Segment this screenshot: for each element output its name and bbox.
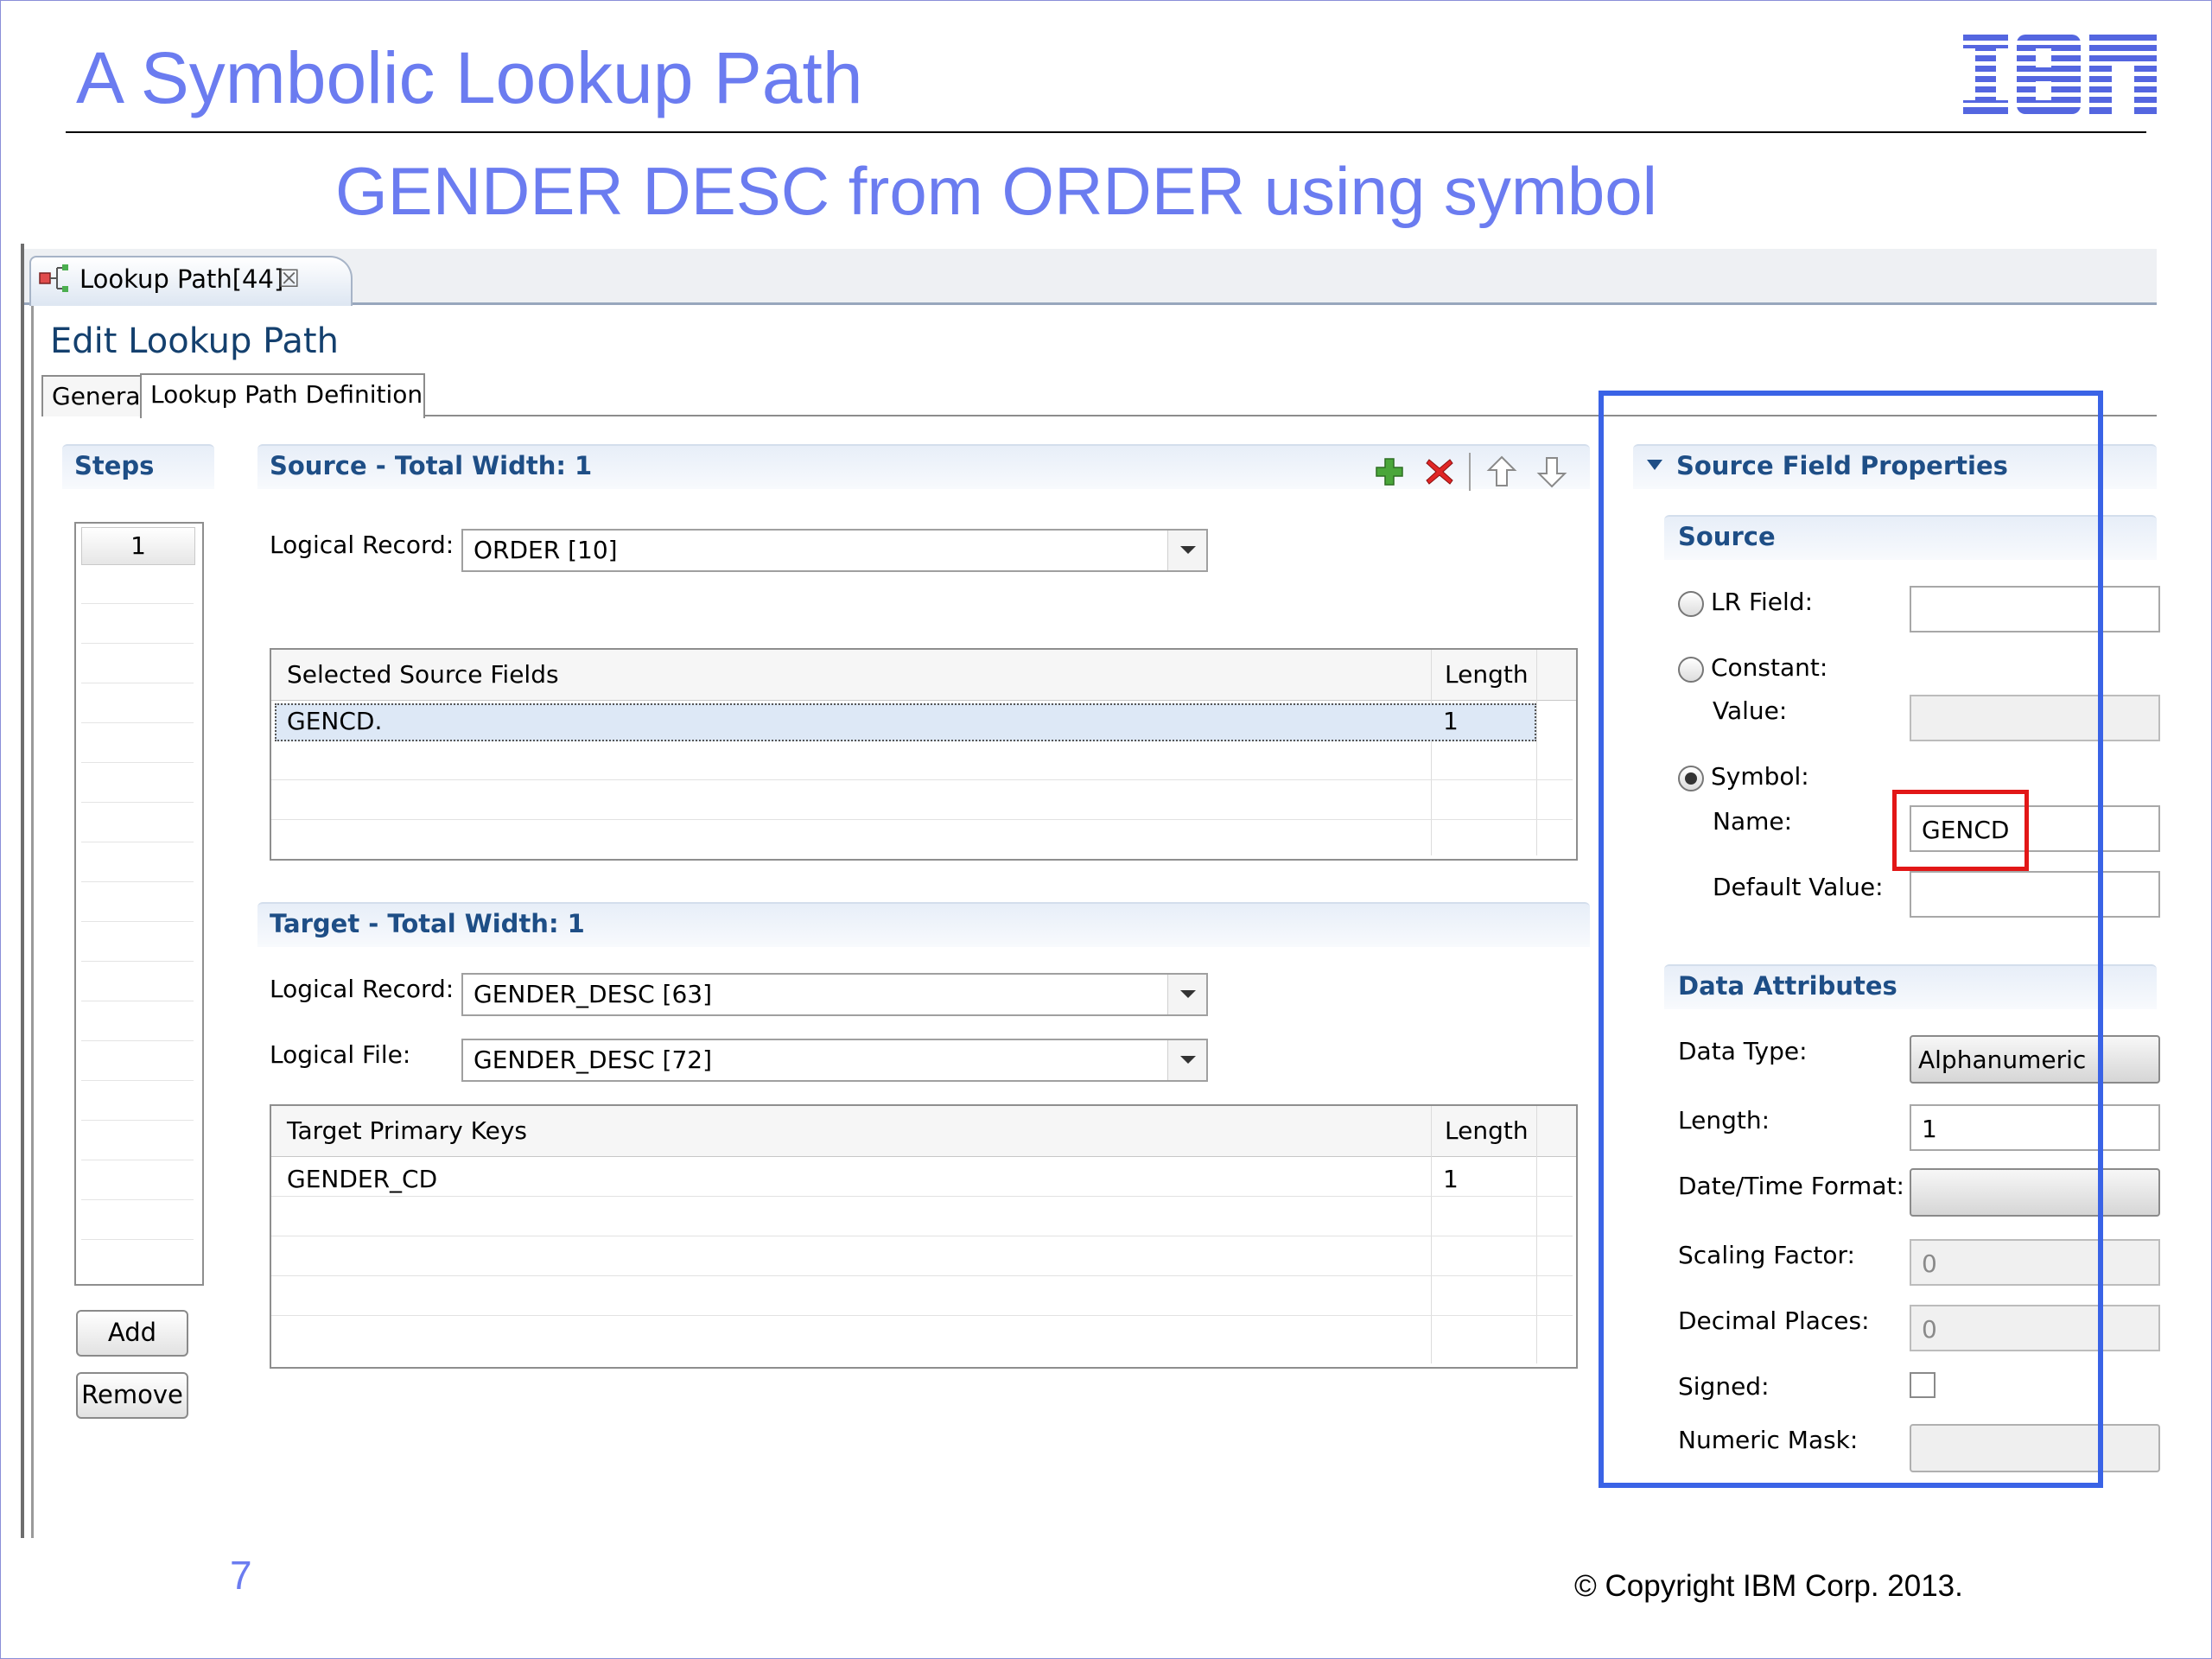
source-field-name: GENCD.	[287, 707, 383, 735]
source-title: Source - Total Width: 1	[270, 451, 593, 480]
title-divider	[66, 131, 2146, 133]
steps-row-line	[81, 762, 194, 763]
steps-row-line	[81, 1199, 194, 1200]
steps-row-line	[81, 921, 194, 922]
target-title: Target - Total Width: 1	[270, 909, 585, 938]
move-up-icon[interactable]	[1486, 454, 1517, 489]
source-logical-record-combo[interactable]: ORDER [10]	[461, 529, 1208, 572]
steps-row-line	[81, 643, 194, 644]
target-logical-file-value: GENDER_DESC [72]	[474, 1046, 712, 1074]
ibm-logo	[1963, 35, 2157, 114]
slide-title: A Symbolic Lookup Path	[76, 37, 863, 118]
remove-step-button[interactable]: Remove	[76, 1372, 188, 1419]
add-icon[interactable]	[1374, 456, 1405, 487]
form-title: Edit Lookup Path	[50, 321, 339, 361]
source-logical-record-value: ORDER [10]	[474, 536, 618, 564]
editor-tab-label: Lookup Path[44]	[79, 264, 284, 294]
copyright: © Copyright IBM Corp. 2013.	[1574, 1569, 1963, 1603]
editor-inner-edge	[31, 304, 34, 1538]
column-header-length: Length	[1445, 660, 1529, 689]
steps-row-line	[81, 802, 194, 803]
target-logical-file-combo[interactable]: GENDER_DESC [72]	[461, 1039, 1208, 1082]
column-divider	[1536, 1106, 1537, 1363]
table-row[interactable]	[275, 703, 1536, 741]
steps-row-line	[81, 603, 194, 604]
target-key-name[interactable]: GENDER_CD	[287, 1165, 437, 1193]
table-row-line	[271, 779, 1573, 780]
add-step-button[interactable]: Add	[76, 1310, 188, 1357]
target-logical-record-combo[interactable]: GENDER_DESC [63]	[461, 973, 1208, 1016]
tab-general[interactable]: General	[41, 375, 150, 416]
steps-row-line	[81, 961, 194, 962]
table-row-line	[271, 1196, 1573, 1197]
column-divider	[1536, 650, 1537, 855]
close-icon[interactable]: ☒	[278, 264, 300, 293]
lookup-path-icon	[39, 264, 68, 292]
steps-row-line	[81, 1080, 194, 1081]
chevron-down-icon[interactable]	[1167, 1040, 1206, 1080]
source-field-properties-highlight	[1599, 391, 2103, 1488]
steps-row-line	[81, 1040, 194, 1041]
steps-row-line	[81, 881, 194, 882]
slide-number: 7	[230, 1553, 252, 1598]
chevron-down-icon[interactable]	[1167, 531, 1206, 570]
step-item[interactable]: 1	[81, 527, 195, 565]
slide-subtitle: GENDER DESC from ORDER using symbol	[335, 153, 1657, 229]
target-logical-record-value: GENDER_DESC [63]	[474, 980, 712, 1008]
table-row-line	[271, 1315, 1573, 1316]
column-divider	[1431, 650, 1432, 855]
steps-title: Steps	[74, 451, 155, 480]
column-header-target-primary-keys: Target Primary Keys	[287, 1116, 527, 1145]
steps-row-line	[81, 1120, 194, 1121]
move-down-icon[interactable]	[1536, 454, 1567, 489]
steps-row-line	[81, 1239, 194, 1240]
target-logical-record-label: Logical Record:	[270, 975, 454, 1003]
target-key-length: 1	[1443, 1165, 1459, 1193]
column-header-selected-source-fields: Selected Source Fields	[287, 660, 559, 689]
toolbar-separator	[1469, 453, 1471, 491]
symbol-name-highlight	[1892, 790, 2029, 871]
column-divider	[1431, 1106, 1432, 1363]
delete-icon[interactable]	[1424, 456, 1455, 487]
target-logical-file-label: Logical File:	[270, 1040, 411, 1069]
table-row-line	[271, 819, 1573, 820]
table-row-line	[271, 1275, 1573, 1276]
column-header-length: Length	[1445, 1116, 1529, 1145]
editor-left-edge	[21, 244, 24, 1538]
tab-lookup-path-definition[interactable]: Lookup Path Definition	[140, 373, 425, 418]
source-field-length: 1	[1443, 707, 1459, 735]
chevron-down-icon[interactable]	[1167, 975, 1206, 1014]
source-logical-record-label: Logical Record:	[270, 531, 454, 559]
steps-list[interactable]	[74, 522, 204, 1286]
steps-row-line	[81, 722, 194, 723]
